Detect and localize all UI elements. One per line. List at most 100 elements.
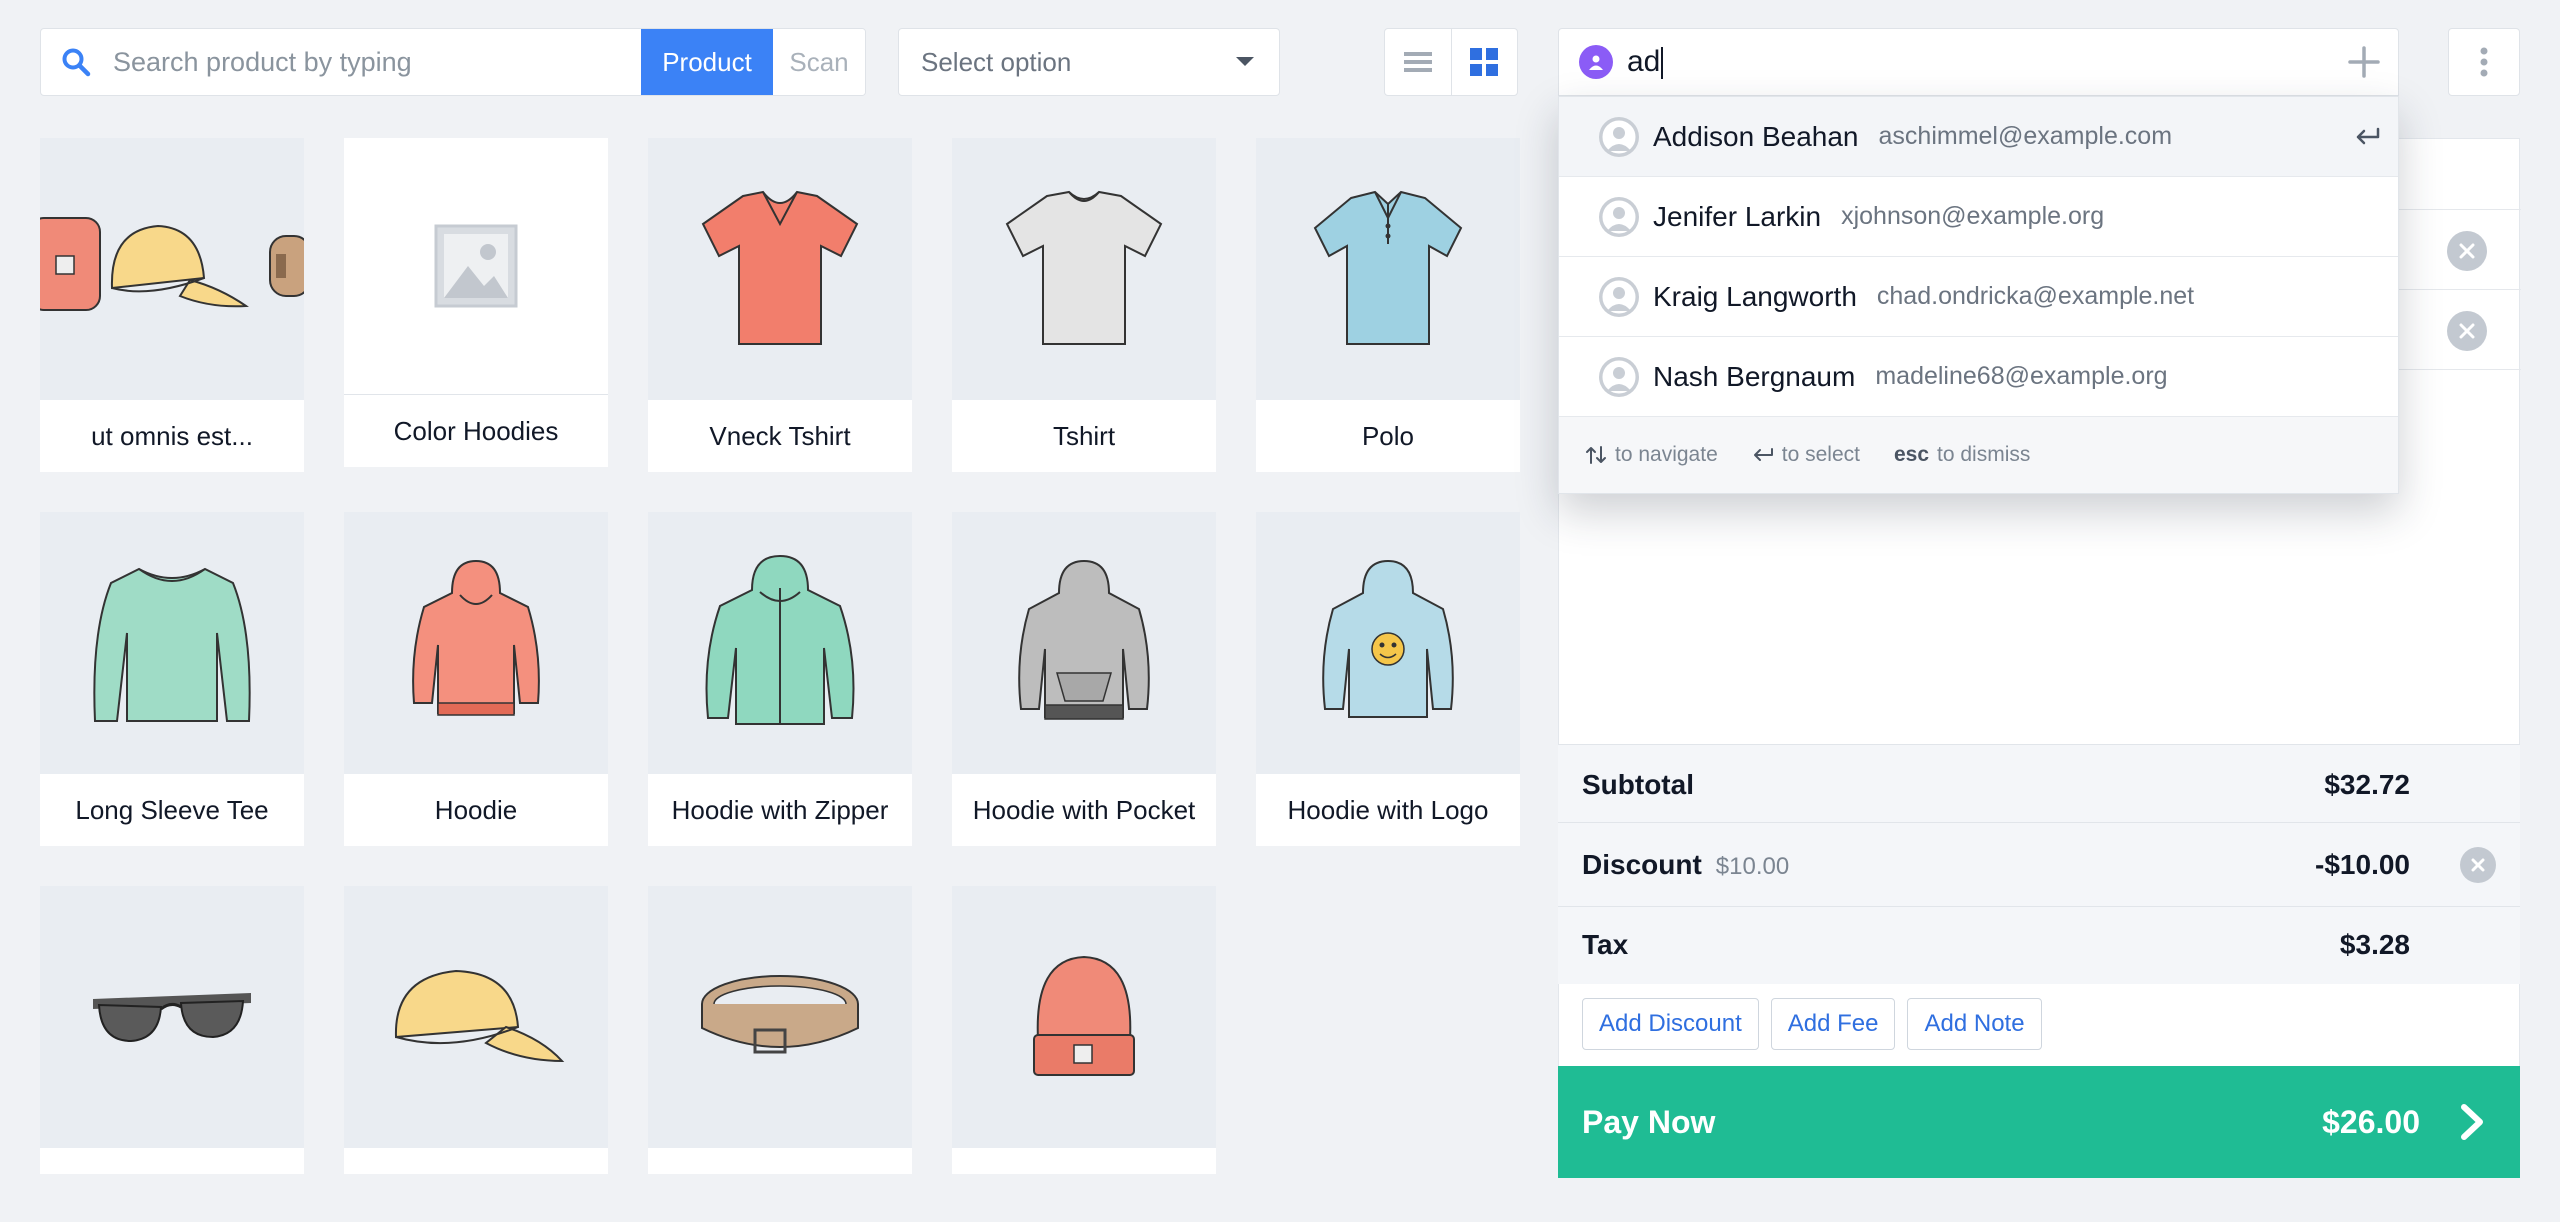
esc-key-label: esc: [1893, 443, 1930, 466]
customer-email: chad.ondricka@example.net: [1876, 282, 2195, 310]
product-name: ut omnis est...: [91, 420, 253, 451]
product-card[interactable]: Tshirt: [952, 138, 1216, 472]
product-card[interactable]: [648, 886, 912, 1174]
product-card[interactable]: Polo: [1256, 138, 1520, 472]
subtotal-label: Subtotal: [1582, 769, 1694, 800]
customer-email: madeline68@example.org: [1875, 362, 2168, 390]
tshirt-icon: [648, 138, 912, 400]
cart-actions: Add Discount Add Fee Add Note: [1582, 998, 2042, 1050]
customer-search: ad: [1558, 28, 2399, 96]
product-name: [648, 1148, 912, 1174]
product-card[interactable]: Hoodie with Logo: [1256, 512, 1520, 846]
discount-label-group: Discount $10.00: [1582, 849, 1789, 881]
sunglasses-icon: [40, 886, 304, 1148]
navigate-hint-text: to navigate: [1615, 443, 1718, 466]
long-sleeve-tee-icon: [40, 512, 304, 774]
product-name: Color Hoodies: [393, 415, 559, 446]
pay-now-label: Pay Now: [1582, 1103, 1716, 1140]
chevron-down-icon: [1235, 56, 1255, 68]
product-card[interactable]: Color Hoodies: [344, 138, 608, 467]
discount-amount: $10.00: [1715, 853, 1790, 880]
navigate-hint: to navigate: [1585, 443, 1718, 467]
pay-now-amount: $26.00: [2322, 1103, 2420, 1140]
customer-email: xjohnson@example.org: [1841, 202, 2105, 230]
user-avatar-icon: [1599, 356, 1639, 397]
chevron-right-icon: [2460, 1103, 2484, 1141]
tax-row: Tax $3.28: [1558, 906, 2520, 984]
customer-suggestion[interactable]: Addison Beahan aschimmel@example.com: [1559, 97, 2398, 177]
pocket-hoodie-icon: [952, 512, 1216, 774]
search-icon: [41, 47, 111, 77]
remove-item-button[interactable]: [2447, 231, 2487, 271]
product-name: [40, 1148, 304, 1174]
customer-suggestion[interactable]: Jenifer Larkin xjohnson@example.org: [1559, 177, 2398, 257]
product-name: [344, 1148, 608, 1174]
remove-discount-button[interactable]: [2460, 847, 2496, 883]
remove-item-button[interactable]: [2447, 311, 2487, 351]
customer-email: aschimmel@example.com: [1878, 122, 2173, 150]
enter-key-icon: [1752, 447, 1774, 463]
product-card[interactable]: [344, 886, 608, 1174]
grid-view-button[interactable]: [1452, 29, 1518, 95]
vertical-dots-icon: [2480, 47, 2488, 77]
product-card[interactable]: Vneck Tshirt: [648, 138, 912, 472]
logo-hoodie-icon: [1256, 512, 1520, 774]
product-name: Hoodie with Logo: [1287, 794, 1489, 825]
text-caret: [1661, 47, 1664, 80]
product-name: Hoodie with Pocket: [972, 794, 1196, 825]
tax-label: Tax: [1582, 929, 1629, 960]
discount-row: Discount $10.00 -$10.00: [1558, 822, 2520, 906]
product-card[interactable]: Hoodie with Pocket: [952, 512, 1216, 846]
cap-icon: [344, 886, 608, 1148]
product-search-input[interactable]: [111, 29, 641, 95]
discount-value: -$10.00: [2315, 849, 2410, 880]
tax-value: $3.28: [2339, 929, 2410, 960]
add-note-button[interactable]: Add Note: [1907, 998, 2042, 1050]
product-name: Polo: [1361, 420, 1415, 451]
product-card[interactable]: Hoodie with Zipper: [648, 512, 912, 846]
placeholder-image-icon: [344, 138, 608, 395]
beanie-icon: [952, 886, 1216, 1148]
enter-key-icon: [2354, 127, 2380, 147]
product-name: Hoodie: [434, 794, 518, 825]
more-options-button[interactable]: [2448, 28, 2520, 96]
discount-label: Discount: [1582, 849, 1702, 880]
customer-avatar-icon: [1579, 45, 1613, 79]
add-fee-button[interactable]: Add Fee: [1770, 998, 1896, 1050]
up-down-arrows-icon: [1585, 445, 1607, 465]
subtotal-row: Subtotal $32.72: [1558, 744, 2520, 822]
scan-mode-button[interactable]: Scan: [773, 29, 865, 95]
polo-shirt-icon: [1256, 138, 1520, 400]
dismiss-hint: esc to dismiss: [1894, 443, 2030, 467]
product-card[interactable]: [952, 886, 1216, 1174]
product-card[interactable]: Hoodie: [344, 512, 608, 846]
customer-name: Addison Beahan: [1653, 120, 1859, 152]
customer-suggestion[interactable]: Kraig Langworth chad.ondricka@example.ne…: [1559, 257, 2398, 337]
product-name: Vneck Tshirt: [709, 420, 851, 451]
list-view-button[interactable]: [1385, 29, 1452, 95]
customer-search-input[interactable]: ad: [1627, 45, 1664, 80]
pay-now-button[interactable]: Pay Now $26.00: [1558, 1066, 2520, 1178]
add-customer-icon[interactable]: [2348, 46, 2380, 78]
zip-hoodie-icon: [648, 512, 912, 774]
grid-icon: [1470, 48, 1499, 76]
dismiss-hint-text: to dismiss: [1937, 443, 2031, 466]
belt-icon: [648, 886, 912, 1148]
product-card[interactable]: [40, 886, 304, 1174]
option-select-label: Select option: [921, 46, 1072, 77]
product-card[interactable]: Long Sleeve Tee: [40, 512, 304, 846]
product-name: Tshirt: [1052, 420, 1116, 451]
product-name: Long Sleeve Tee: [75, 794, 269, 825]
select-hint: to select: [1752, 443, 1860, 467]
user-avatar-icon: [1599, 276, 1639, 317]
product-name: [952, 1148, 1216, 1174]
product-name: Hoodie with Zipper: [671, 794, 889, 825]
user-avatar-icon: [1599, 116, 1639, 157]
product-mode-button[interactable]: Product: [641, 29, 773, 95]
add-discount-button[interactable]: Add Discount: [1582, 998, 1759, 1050]
product-image-group-icon: [40, 138, 304, 400]
customer-suggestion[interactable]: Nash Bergnaum madeline68@example.org: [1559, 337, 2398, 417]
product-card[interactable]: ut omnis est...: [40, 138, 304, 472]
option-select[interactable]: Select option: [898, 28, 1280, 96]
product-search-bar: Product Scan: [40, 28, 866, 96]
